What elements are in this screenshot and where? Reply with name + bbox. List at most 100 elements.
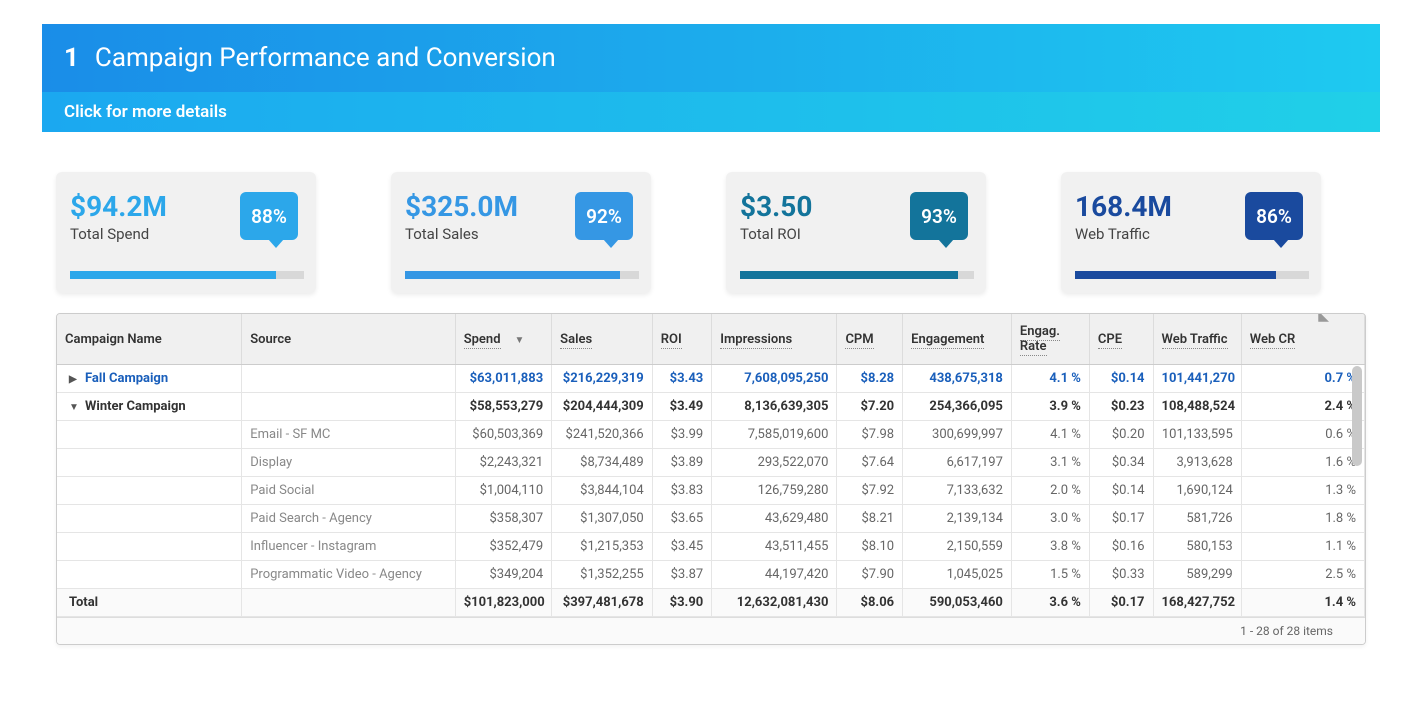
cell-web-cr: 1.3 % — [1241, 477, 1364, 505]
more-details-bar[interactable]: Click for more details — [42, 92, 1380, 132]
kpi-total-roi[interactable]: $3.50 Total ROI 93% — [726, 172, 986, 293]
kpi-badge: 92% — [575, 192, 633, 240]
col-engagement[interactable]: Engagement — [903, 314, 1012, 365]
table-row[interactable]: Programmatic Video - Agency $349,204 $1,… — [57, 561, 1365, 589]
cell-sales: $204,444,309 — [552, 393, 653, 421]
kpi-total-sales[interactable]: $325.0M Total Sales 92% — [391, 172, 651, 293]
col-roi[interactable]: ROI — [652, 314, 712, 365]
cell-source — [242, 365, 455, 393]
cell-sales: $397,481,678 — [552, 589, 653, 617]
page-header: 1 Campaign Performance and Conversion — [42, 24, 1380, 92]
paging-label: 1 - 28 of 28 items — [1240, 624, 1333, 638]
page-title: Campaign Performance and Conversion — [95, 43, 556, 73]
cell-engagement: 6,617,197 — [903, 449, 1012, 477]
cell-sales: $1,307,050 — [552, 505, 653, 533]
col-engag-rate[interactable]: Engag. Rate — [1011, 314, 1089, 365]
cell-web-cr: 1.6 % — [1241, 449, 1364, 477]
cell-campaign: ▼ Winter Campaign — [57, 393, 242, 421]
table-row[interactable]: Email - SF MC $60,503,369 $241,520,366 $… — [57, 421, 1365, 449]
sort-desc-icon: ▼ — [515, 335, 525, 346]
expand-caret-icon[interactable]: ▼ — [69, 402, 81, 413]
kpi-bar — [70, 271, 304, 279]
cell-impressions: 7,585,019,600 — [712, 421, 837, 449]
cell-engagement: 2,139,134 — [903, 505, 1012, 533]
cell-roi: $3.90 — [652, 589, 712, 617]
cell-campaign — [57, 505, 242, 533]
cell-engag-rate: 3.9 % — [1011, 393, 1089, 421]
cell-campaign — [57, 561, 242, 589]
cell-roi: $3.99 — [652, 421, 712, 449]
cell-engag-rate: 4.1 % — [1011, 421, 1089, 449]
col-impressions[interactable]: Impressions — [712, 314, 837, 365]
col-web-cr[interactable]: Web CR — [1241, 314, 1364, 365]
cell-spend: $60,503,369 — [455, 421, 551, 449]
expand-caret-icon[interactable]: ▶ — [69, 374, 81, 385]
cell-cpe: $0.17 — [1089, 589, 1153, 617]
cell-sales: $1,352,255 — [552, 561, 653, 589]
campaign-name-label: Fall Campaign — [85, 371, 168, 386]
cell-sales: $3,844,104 — [552, 477, 653, 505]
cell-web-cr: 2.4 % — [1241, 393, 1364, 421]
cell-engag-rate: 3.8 % — [1011, 533, 1089, 561]
cell-engagement: 254,366,095 — [903, 393, 1012, 421]
cell-cpe: $0.14 — [1089, 365, 1153, 393]
col-cpm[interactable]: CPM — [837, 314, 903, 365]
cell-web-cr: 0.7 % — [1241, 365, 1364, 393]
cell-source: Programmatic Video - Agency — [242, 561, 455, 589]
scrollbar-thumb[interactable] — [1352, 366, 1362, 466]
table-row[interactable]: Paid Search - Agency $358,307 $1,307,050… — [57, 505, 1365, 533]
campaign-table: ◣ Campaign Name Source Spend▼ Sales ROI … — [56, 313, 1366, 645]
cell-web-traffic: 3,913,628 — [1153, 449, 1241, 477]
cell-web-cr: 1.1 % — [1241, 533, 1364, 561]
table-row[interactable]: Paid Social $1,004,110 $3,844,104 $3.83 … — [57, 477, 1365, 505]
cell-web-traffic: 581,726 — [1153, 505, 1241, 533]
cell-web-traffic: 1,690,124 — [1153, 477, 1241, 505]
table-row[interactable]: Display $2,243,321 $8,734,489 $3.89 293,… — [57, 449, 1365, 477]
cell-campaign — [57, 421, 242, 449]
cell-engag-rate: 4.1 % — [1011, 365, 1089, 393]
table-row[interactable]: Influencer - Instagram $352,479 $1,215,3… — [57, 533, 1365, 561]
col-campaign-name[interactable]: Campaign Name — [57, 314, 242, 365]
cell-web-cr: 0.6 % — [1241, 421, 1364, 449]
kpi-badge: 93% — [910, 192, 968, 240]
table-row[interactable]: ▼Winter Campaign $58,553,279 $204,444,30… — [57, 393, 1365, 421]
col-cpe[interactable]: CPE — [1089, 314, 1153, 365]
cell-web-traffic: 168,427,752 — [1153, 589, 1241, 617]
cell-cpe: $0.14 — [1089, 477, 1153, 505]
col-web-traffic[interactable]: Web Traffic — [1153, 314, 1241, 365]
col-source[interactable]: Source — [242, 314, 455, 365]
cell-cpm: $8.28 — [837, 365, 903, 393]
resize-handle-icon[interactable]: ◣ — [1318, 313, 1329, 324]
cell-source: Email - SF MC — [242, 421, 455, 449]
cell-web-cr: 2.5 % — [1241, 561, 1364, 589]
cell-cpe: $0.33 — [1089, 561, 1153, 589]
kpi-badge: 86% — [1245, 192, 1303, 240]
cell-roi: $3.89 — [652, 449, 712, 477]
col-spend[interactable]: Spend▼ — [455, 314, 551, 365]
cell-cpm: $7.92 — [837, 477, 903, 505]
cell-impressions: 43,629,480 — [712, 505, 837, 533]
cell-cpm: $8.21 — [837, 505, 903, 533]
scrollbar[interactable] — [1351, 366, 1363, 612]
kpi-row: $94.2M Total Spend 88% $325.0M Total Sal… — [56, 172, 1366, 293]
cell-campaign — [57, 477, 242, 505]
col-sales[interactable]: Sales — [552, 314, 653, 365]
cell-impressions: 7,608,095,250 — [712, 365, 837, 393]
cell-engagement: 2,150,559 — [903, 533, 1012, 561]
cell-web-traffic: 580,153 — [1153, 533, 1241, 561]
kpi-total-spend[interactable]: $94.2M Total Spend 88% — [56, 172, 316, 293]
cell-spend: $2,243,321 — [455, 449, 551, 477]
table-row-total: Total $101,823,000 $397,481,678 $3.90 12… — [57, 589, 1365, 617]
header-number: 1 — [64, 43, 79, 73]
cell-engag-rate: 3.1 % — [1011, 449, 1089, 477]
kpi-web-traffic[interactable]: 168.4M Web Traffic 86% — [1061, 172, 1321, 293]
kpi-badge: 88% — [240, 192, 298, 240]
campaign-name-label: Winter Campaign — [85, 399, 186, 414]
cell-spend: $352,479 — [455, 533, 551, 561]
cell-campaign — [57, 449, 242, 477]
cell-impressions: 126,759,280 — [712, 477, 837, 505]
table-row[interactable]: ▶Fall Campaign $63,011,883 $216,229,319 … — [57, 365, 1365, 393]
cell-sales: $216,229,319 — [552, 365, 653, 393]
cell-engagement: 300,699,997 — [903, 421, 1012, 449]
cell-cpm: $7.98 — [837, 421, 903, 449]
